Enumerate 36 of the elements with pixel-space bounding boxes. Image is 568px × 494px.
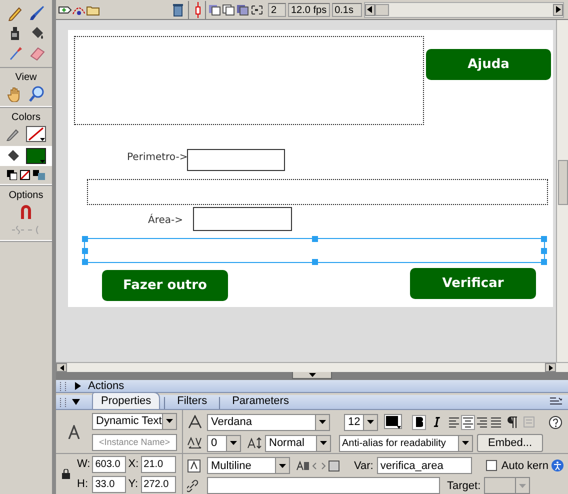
- panel-title: Actions: [88, 380, 124, 392]
- section-title: Options: [8, 190, 44, 202]
- font-size-field[interactable]: 12: [344, 414, 378, 430]
- elapsed-time: 0.1s: [332, 2, 362, 16]
- section-title: Colors: [12, 112, 40, 124]
- frame-rate: 12.0 fps: [288, 2, 330, 16]
- field-label: Y:: [128, 478, 139, 490]
- stage-button[interactable]: Fazer outro: [102, 270, 228, 301]
- field-label: Perimetro->: [127, 152, 188, 163]
- character-position-dropdown[interactable]: Normal: [265, 434, 331, 452]
- x-position-field[interactable]: 21.0: [140, 456, 176, 472]
- embed-button[interactable]: Embed...: [477, 434, 544, 452]
- section-title: View: [15, 72, 37, 84]
- panel-tab[interactable]: Properties: [92, 392, 160, 409]
- line-type-dropdown[interactable]: Multiline: [207, 457, 290, 474]
- instance-name-field[interactable]: <Instance Name>: [92, 434, 177, 450]
- field-label: X:: [128, 458, 139, 470]
- field-label: H:: [77, 478, 89, 490]
- stage-button[interactable]: Ajuda: [426, 49, 551, 80]
- stage-button[interactable]: Verificar: [410, 268, 536, 299]
- var-label: Var:: [354, 460, 374, 472]
- letter-spacing-field[interactable]: 0: [207, 434, 241, 452]
- field-label: W:: [77, 458, 90, 470]
- anti-alias-dropdown[interactable]: Anti-alias for readability: [339, 434, 473, 452]
- target-label: Target:: [447, 480, 481, 492]
- checkbox-label: Auto kern: [501, 460, 548, 472]
- text-type-dropdown[interactable]: Dynamic Text: [92, 412, 177, 430]
- width-field[interactable]: 603.0: [92, 456, 126, 472]
- field-label: Área->: [148, 215, 183, 226]
- frame-number: 2: [268, 2, 286, 16]
- height-field[interactable]: 33.0: [92, 476, 126, 492]
- font-dropdown[interactable]: Verdana: [207, 414, 330, 430]
- variable-field[interactable]: verifica_area: [377, 457, 472, 474]
- panel-tab[interactable]: Filters: [169, 393, 216, 409]
- y-position-field[interactable]: 272.0: [140, 476, 176, 492]
- panel-tab[interactable]: Parameters: [224, 393, 297, 409]
